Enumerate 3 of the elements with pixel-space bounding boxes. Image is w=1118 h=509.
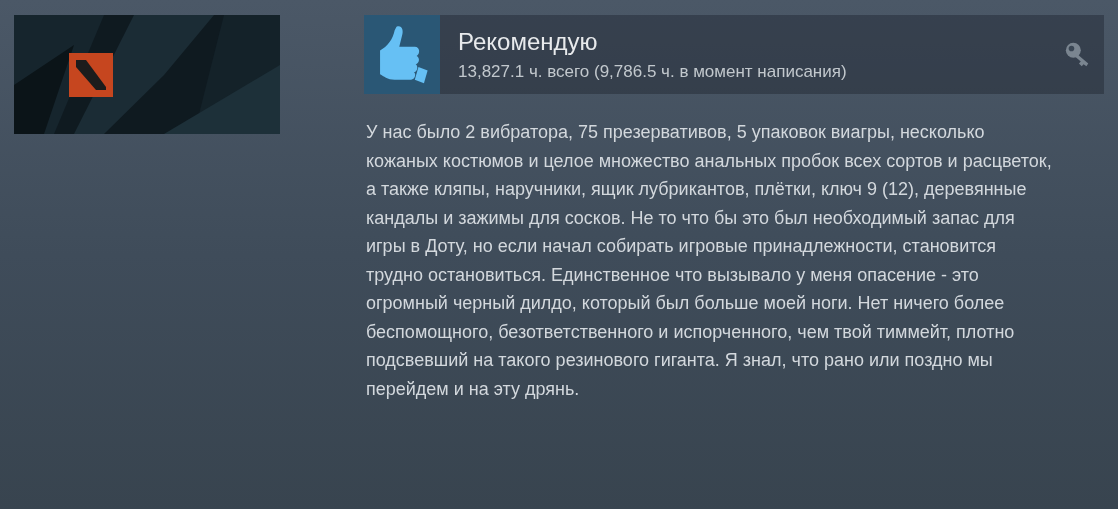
- playtime-text: 13,827.1 ч. всего (9,786.5 ч. в момент написания): [458, 61, 848, 82]
- review-text: У нас было 2 вибратора, 75 презервативов, 5 упаковок виагры, несколько кожаных костюмов и целое множество анальных пробок всех сортов и расцветок, а также кляпы, наручники, ящик лубрикантов, плётки, ключ 9 (12), деревянные кандалы и зажимы для сосков. Не то что бы это был необходимый запас для игры в Доту, но если начал собирать игровые принадлежности, становится трудно остановиться. Единственное что вызывало у меня опасение - это огромный черный дилдо, который был больше моей ноги. Нет ничего более беспомощного, безответственного и испорченного, чем твой тиммейт, плотно подсвевший на такого резинового гиганта. Я знал, что рано или поздно мы перейдем и на эту дрянь.: [365, 121, 1053, 401]
- review-verdict: Рекомендую: [458, 27, 599, 56]
